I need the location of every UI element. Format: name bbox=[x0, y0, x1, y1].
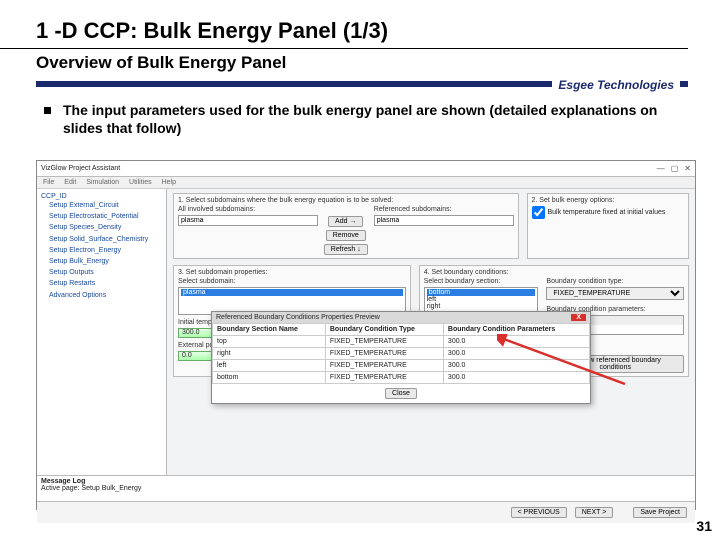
app-screenshot: VizGlow Project Assistant — ▢ ✕ File Edi… bbox=[36, 160, 696, 510]
slide-title: 1 -D CCP: Bulk Energy Panel (1/3) bbox=[0, 0, 688, 49]
close-icon[interactable]: ✕ bbox=[684, 164, 691, 173]
dialog-close-button[interactable]: Close bbox=[385, 388, 417, 399]
menu-edit[interactable]: Edit bbox=[64, 179, 76, 186]
menu-bar: File Edit Simulation Utilities Help bbox=[37, 177, 695, 189]
step3-label: 3. Set subdomain properties: bbox=[178, 269, 406, 276]
select-boundary-label: Select boundary section: bbox=[424, 278, 539, 285]
ref-subdomains-label: Referenced subdomains: bbox=[374, 206, 514, 213]
bullet-icon bbox=[44, 107, 51, 114]
boundary-option[interactable]: left bbox=[427, 296, 436, 303]
next-button[interactable]: NEXT > bbox=[575, 507, 614, 518]
bc-preview-dialog: Referenced Boundary Conditions Propertie… bbox=[211, 311, 591, 404]
tree-item[interactable]: Setup Electron_Energy bbox=[41, 245, 162, 256]
add-button[interactable]: Add → bbox=[328, 216, 363, 227]
tree-item[interactable]: Setup Solid_Surface_Chemistry bbox=[41, 234, 162, 245]
boundary-option[interactable]: right bbox=[427, 303, 441, 310]
table-row: bottomFIXED_TEMPERATURE300.0 bbox=[213, 372, 590, 384]
save-project-button[interactable]: Save Project bbox=[633, 507, 687, 518]
msglog-line: Active page: Setup Bulk_Energy bbox=[41, 485, 691, 492]
bc-type-select[interactable]: FIXED_TEMPERATURE bbox=[546, 287, 684, 300]
bc-table: Boundary Section Name Boundary Condition… bbox=[212, 323, 590, 384]
bc-th: Boundary Condition Parameters bbox=[443, 324, 589, 336]
table-row: leftFIXED_TEMPERATURE300.0 bbox=[213, 360, 590, 372]
table-row: topFIXED_TEMPERATURE300.0 bbox=[213, 336, 590, 348]
boundary-option[interactable]: bottom bbox=[427, 289, 536, 296]
dialog-close-icon[interactable]: X bbox=[571, 314, 586, 321]
main-panel: 1. Select subdomains where the bulk ener… bbox=[167, 189, 695, 475]
step2-label: 2. Set bulk energy options: bbox=[532, 197, 685, 204]
table-row: rightFIXED_TEMPERATURE300.0 bbox=[213, 348, 590, 360]
bc-th: Boundary Section Name bbox=[213, 324, 326, 336]
all-subdomains-field[interactable] bbox=[178, 215, 318, 226]
tree-item[interactable]: Setup Electrostatic_Potential bbox=[41, 211, 162, 222]
minimize-icon[interactable]: — bbox=[657, 164, 665, 173]
step4-label: 4. Set boundary conditions: bbox=[424, 269, 684, 276]
tree-item[interactable]: Setup Outputs bbox=[41, 267, 162, 278]
bc-type-label: Boundary condition type: bbox=[546, 278, 684, 285]
window-title: VizGlow Project Assistant bbox=[41, 165, 120, 172]
menu-file[interactable]: File bbox=[43, 179, 54, 186]
bullet-text: The input parameters used for the bulk e… bbox=[63, 101, 680, 137]
menu-simulation[interactable]: Simulation bbox=[86, 179, 119, 186]
menu-utilities[interactable]: Utilities bbox=[129, 179, 152, 186]
tree-item[interactable]: Setup Restarts bbox=[41, 278, 162, 289]
prev-button[interactable]: < PREVIOUS bbox=[511, 507, 567, 518]
dialog-title: Referenced Boundary Conditions Propertie… bbox=[216, 314, 380, 321]
tree-item[interactable]: Setup External_Circuit bbox=[41, 200, 162, 211]
step-1: 1. Select subdomains where the bulk ener… bbox=[173, 193, 519, 259]
bullet-item: The input parameters used for the bulk e… bbox=[0, 87, 720, 145]
message-log: Message Log Active page: Setup Bulk_Ener… bbox=[37, 475, 695, 501]
window-titlebar: VizGlow Project Assistant — ▢ ✕ bbox=[37, 161, 695, 177]
wizard-footer: < PREVIOUS NEXT > Save Project bbox=[37, 501, 695, 523]
step1-label: 1. Select subdomains where the bulk ener… bbox=[178, 197, 514, 204]
subdomain-option[interactable]: plasma bbox=[181, 289, 403, 296]
ref-subdomains-field[interactable] bbox=[374, 215, 514, 226]
tree-item[interactable]: Setup Bulk_Energy bbox=[41, 256, 162, 267]
brand-logo: Esgee Technologies bbox=[552, 78, 680, 92]
slide-subtitle: Overview of Bulk Energy Panel bbox=[0, 49, 720, 79]
all-subdomains-label: All involved subdomains: bbox=[178, 206, 318, 213]
page-number: 31 bbox=[696, 518, 712, 534]
step-2: 2. Set bulk energy options: Bulk tempera… bbox=[527, 193, 690, 259]
menu-help[interactable]: Help bbox=[162, 179, 176, 186]
maximize-icon[interactable]: ▢ bbox=[671, 164, 679, 173]
bc-th: Boundary Condition Type bbox=[325, 324, 443, 336]
tree-item[interactable]: Advanced Options bbox=[41, 290, 162, 301]
refresh-button[interactable]: Refresh ↓ bbox=[324, 244, 368, 255]
fixed-temp-label: Bulk temperature fixed at initial values bbox=[548, 209, 666, 216]
msglog-title: Message Log bbox=[41, 478, 691, 485]
select-subdomain-label: Select subdomain: bbox=[178, 278, 406, 285]
nav-tree: CCP_ID Setup External_Circuit Setup Elec… bbox=[37, 189, 167, 475]
tree-root[interactable]: CCP_ID bbox=[41, 193, 162, 200]
remove-button[interactable]: Remove bbox=[326, 230, 366, 241]
tree-item[interactable]: Setup Species_Density bbox=[41, 222, 162, 233]
fixed-temp-checkbox[interactable] bbox=[532, 206, 545, 219]
